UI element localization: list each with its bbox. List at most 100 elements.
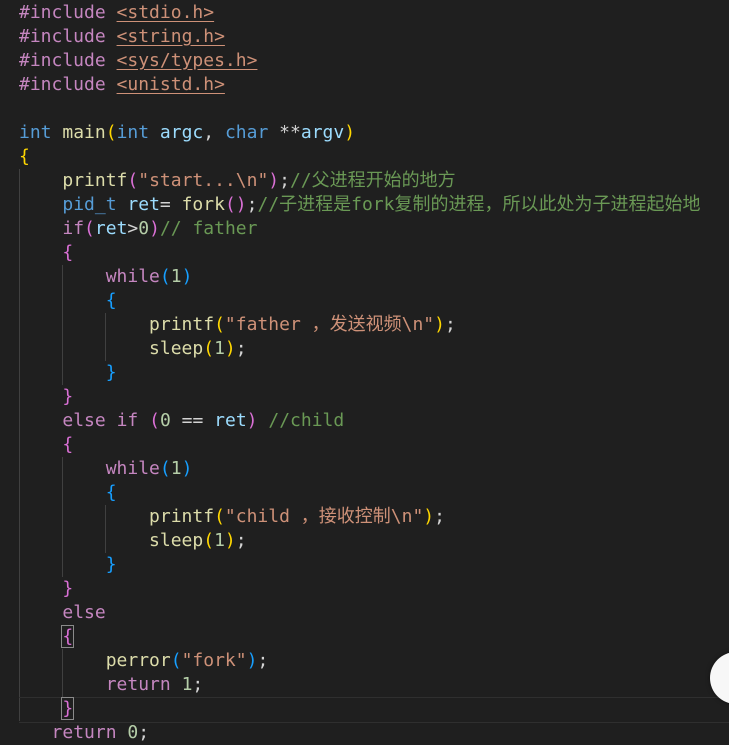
code-line-else-if[interactable]: else if (0 == ret) //child (19, 409, 344, 433)
code-line-perror[interactable]: perror("fork"); (19, 649, 269, 673)
paren: ( (105, 122, 117, 143)
open-brace: { (62, 434, 74, 455)
keyword-else: else (62, 602, 106, 623)
function-call: perror (105, 650, 171, 671)
open-brace: { (61, 625, 75, 648)
variable: ret (214, 410, 247, 431)
code-line-printf-father[interactable]: printf("father ，发送视频\n"); (19, 313, 456, 337)
open-brace: { (62, 242, 74, 263)
paren: ) (224, 530, 236, 551)
paren: ( (159, 458, 171, 479)
code-line-brace[interactable]: } (19, 577, 73, 601)
type-name: pid_t (62, 194, 117, 215)
include-directive: #include (19, 50, 106, 71)
include-header[interactable]: <sys/types.h> (117, 50, 258, 71)
open-brace: { (19, 146, 30, 167)
code-line-brace[interactable]: { (19, 625, 75, 649)
paren: ) (246, 410, 258, 431)
paren: ) (344, 122, 356, 143)
code-line-sleep[interactable]: sleep(1); (19, 337, 247, 361)
code-line-if[interactable]: if(ret>0)// father (19, 217, 257, 241)
comment: //子进程是fork复制的进程，所以此处为子进程起始地 (257, 194, 701, 215)
close-brace: } (62, 386, 74, 407)
paren: ( (214, 506, 225, 527)
eq-op: == (181, 410, 204, 431)
include-directive: #include (19, 2, 106, 23)
code-line-include-stdio[interactable]: #include <stdio.h> (19, 1, 214, 25)
code-line-while[interactable]: while(1) (19, 457, 193, 481)
function-call: printf (149, 314, 215, 335)
pointer-op: ** (279, 122, 301, 143)
function-call: sleep (149, 530, 204, 551)
include-header[interactable]: <unistd.h> (117, 74, 225, 95)
paren: ) (434, 314, 445, 335)
semicolon: ; (444, 314, 456, 335)
keyword-while: while (105, 266, 160, 287)
comment: //父进程开始的地方 (289, 170, 456, 191)
code-line-brace[interactable]: { (19, 241, 73, 265)
code-line-brace[interactable]: } (19, 361, 117, 385)
keyword-else: else (62, 410, 106, 431)
code-line-else[interactable]: else (19, 601, 106, 625)
paren: ( (127, 170, 139, 191)
comma: , (203, 122, 225, 143)
paren: ) (224, 338, 236, 359)
code-line-return-1[interactable]: return 1; (19, 673, 204, 697)
code-line-brace[interactable]: { (19, 481, 117, 505)
include-header[interactable]: <stdio.h> (117, 2, 215, 23)
code-line-brace[interactable]: } (19, 385, 73, 409)
include-header[interactable]: <string.h> (117, 26, 225, 47)
include-directive: #include (19, 26, 106, 47)
paren: ) (246, 650, 258, 671)
code-line-include-string[interactable]: #include <string.h> (19, 25, 225, 49)
string-literal: "father ，发送视频\n" (224, 314, 435, 335)
number: 1 (170, 458, 182, 479)
keyword-return: return (105, 674, 171, 695)
param-name: argc (159, 122, 204, 143)
paren: ) (423, 506, 435, 527)
code-line-printf-child[interactable]: printf("child ，接收控制\n"); (19, 505, 445, 529)
code-line-brace[interactable]: } (19, 697, 75, 721)
code-editor[interactable]: #include <stdio.h> #include <string.h> #… (0, 0, 729, 745)
paren: () (224, 194, 247, 215)
number: 1 (181, 674, 193, 695)
code-line-sleep[interactable]: sleep(1); (19, 529, 247, 553)
code-line-brace[interactable]: { (19, 433, 73, 457)
code-line-while[interactable]: while(1) (19, 265, 193, 289)
code-line-open-brace[interactable]: { (19, 145, 30, 169)
current-line-highlight (19, 697, 729, 723)
string-literal: "start...\n" (138, 170, 269, 191)
string-literal: "fork" (181, 650, 247, 671)
semicolon: ; (235, 338, 247, 359)
keyword-return: return (51, 722, 117, 743)
semicolon: ; (279, 170, 290, 191)
close-brace: } (105, 554, 117, 575)
number: 0 (127, 722, 139, 743)
code-line-fork[interactable]: pid_t ret= fork();//子进程是fork复制的进程，所以此处为子… (19, 193, 701, 217)
semicolon: ; (138, 722, 150, 743)
code-line-brace[interactable]: } (19, 553, 117, 577)
string-literal: "child ，接收控制\n" (224, 506, 424, 527)
code-line-include-unistd[interactable]: #include <unistd.h> (19, 73, 225, 97)
number: 1 (170, 266, 182, 287)
semicolon: ; (246, 194, 258, 215)
close-brace: } (61, 697, 75, 720)
open-brace: { (105, 482, 117, 503)
code-line-include-types[interactable]: #include <sys/types.h> (19, 49, 257, 73)
include-directive: #include (19, 74, 106, 95)
paren: ( (203, 338, 215, 359)
param-name: argv (300, 122, 345, 143)
code-line-return-0[interactable]: return 0; (19, 721, 150, 745)
paren: ) (181, 266, 193, 287)
variable: ret (127, 194, 160, 215)
number: 0 (138, 218, 150, 239)
code-line-printf-start[interactable]: printf("start...\n");//父进程开始的地方 (19, 169, 456, 193)
param-type: char (224, 122, 269, 143)
return-type: int (19, 122, 52, 143)
keyword-if: if (116, 410, 139, 431)
code-line-brace[interactable]: { (19, 289, 117, 313)
function-call: printf (62, 170, 128, 191)
semicolon: ; (257, 650, 269, 671)
code-line-main-signature[interactable]: int main(int argc, char **argv) (19, 121, 355, 145)
paren: ) (268, 170, 280, 191)
